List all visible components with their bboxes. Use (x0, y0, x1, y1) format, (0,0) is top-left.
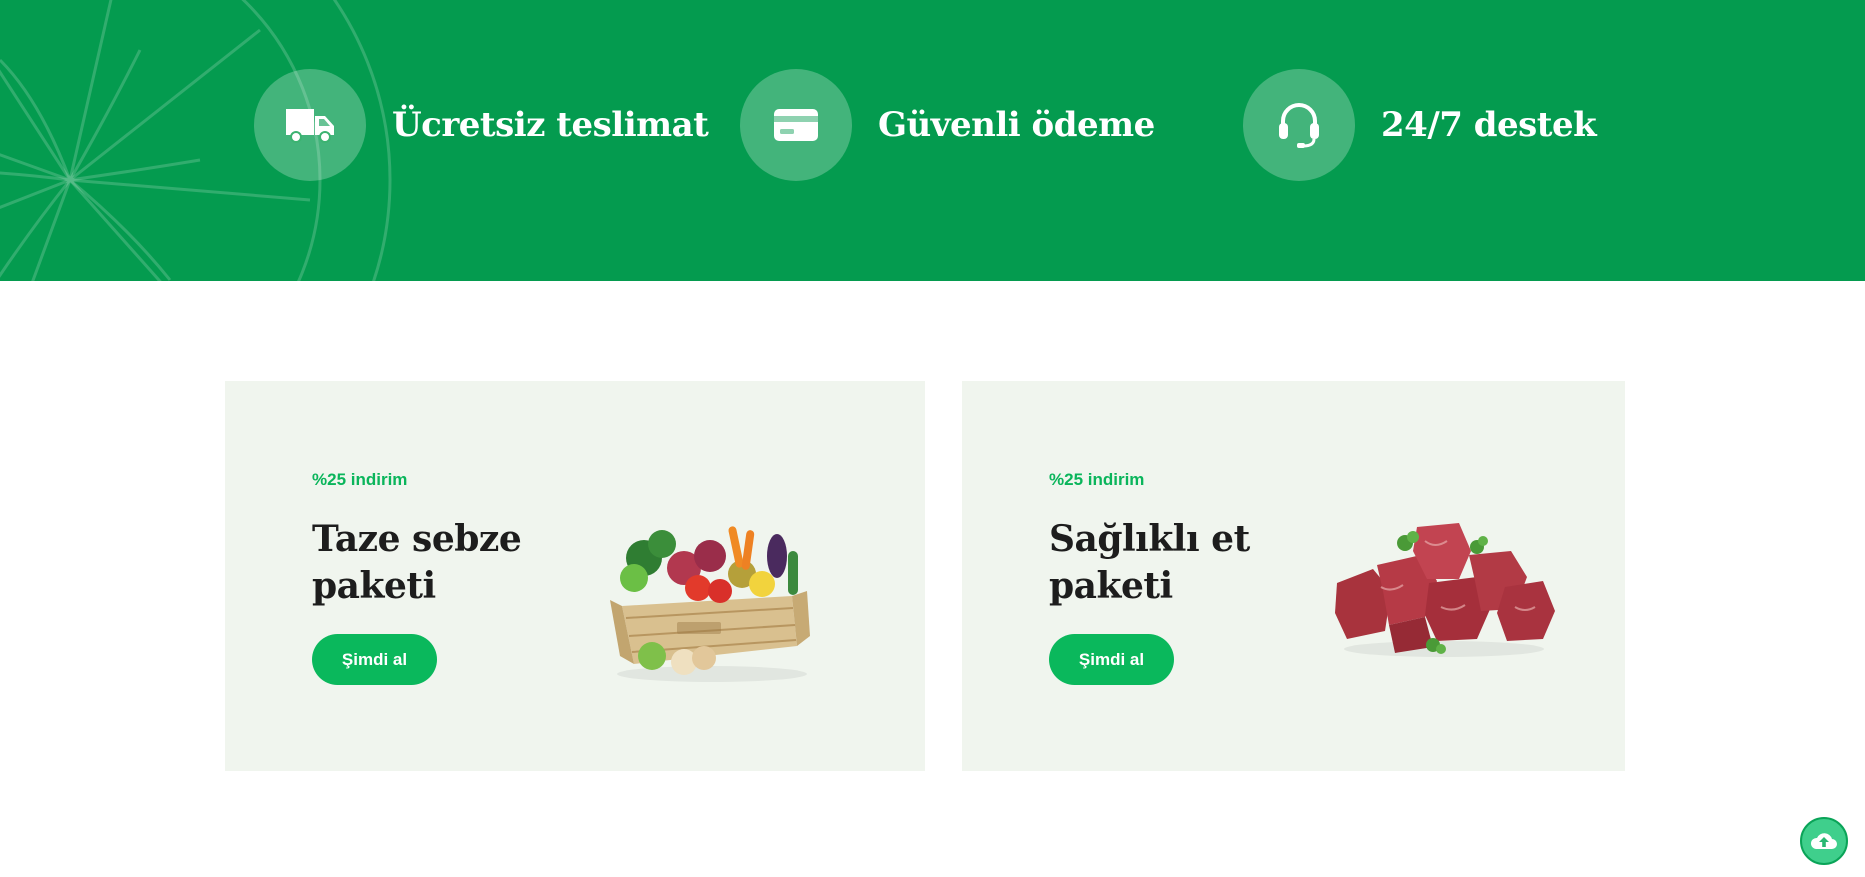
feature-title: Güvenli ödeme (878, 105, 1155, 145)
feature-icon-circle (740, 69, 852, 181)
buy-now-button[interactable]: Şimdi al (1049, 634, 1174, 685)
discount-label: %25 indirim (1049, 470, 1145, 489)
promo-card-meat: %25 indirim Sağlıklı et paketi Şimdi al (962, 381, 1625, 771)
feature-free-delivery: Ücretsiz teslimat (254, 69, 709, 181)
feature-support: 24/7 destek (1243, 69, 1597, 181)
feature-title: 24/7 destek (1381, 105, 1597, 145)
discount-label: %25 indirim (312, 470, 408, 489)
truck-icon (286, 109, 334, 143)
features-banner: Ücretsiz teslimat Güvenli ödeme 24/7 des… (0, 0, 1865, 281)
cloud-up-icon (1810, 833, 1837, 849)
meat-cubes-image (1335, 523, 1555, 657)
vegetable-crate-image (610, 526, 810, 682)
feature-title: Ücretsiz teslimat (392, 105, 709, 145)
credit-card-icon (774, 109, 818, 141)
promo-title: Taze sebze paketi (312, 518, 522, 607)
promo-title: Sağlıklı et paketi (1049, 518, 1250, 607)
feature-secure-payment: Güvenli ödeme (740, 69, 1155, 181)
headset-icon (1279, 103, 1319, 148)
feature-icon-circle (254, 69, 366, 181)
feature-icon-circle (1243, 69, 1355, 181)
buy-now-button[interactable]: Şimdi al (312, 634, 437, 685)
scroll-to-top-button[interactable] (1800, 817, 1848, 865)
promo-card-vegetables: %25 indirim Taze sebze paketi Şimdi al (225, 381, 925, 771)
